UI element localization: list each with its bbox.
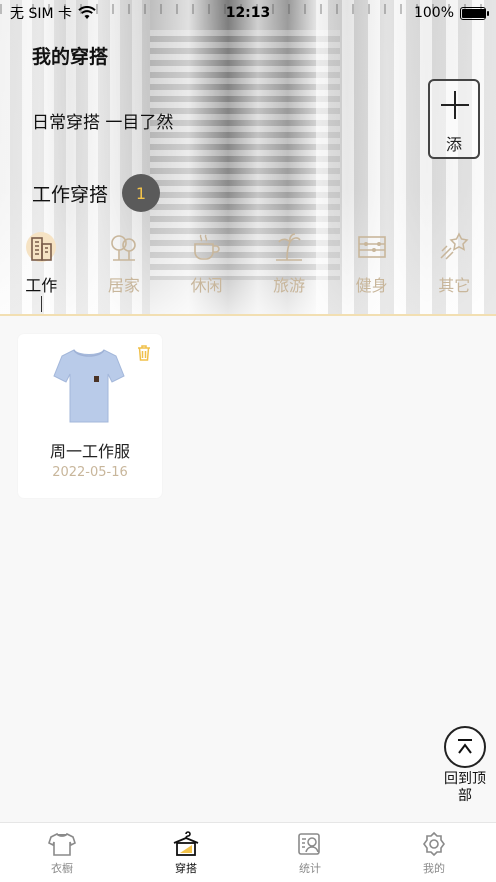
teacup-icon: [194, 234, 221, 260]
stats-icon: [298, 833, 320, 855]
abacus-icon: [357, 236, 386, 258]
tab-profile[interactable]: 我的: [372, 823, 496, 882]
carrier-text: 无 SIM 卡: [10, 6, 72, 22]
tab-other[interactable]: 其它: [413, 228, 496, 314]
active-indicator: [40, 296, 42, 312]
tab-label: 工作: [25, 276, 58, 295]
outfit-name: 周一工作服: [49, 442, 130, 461]
tab-stats[interactable]: 统计: [248, 823, 372, 882]
tab-label: 衣橱: [51, 862, 73, 875]
tab-home[interactable]: 居家: [83, 228, 166, 314]
tabs-divider: [0, 314, 496, 316]
building-icon: [26, 232, 57, 262]
outfit-card[interactable]: 周一工作服 2022-05-16: [18, 334, 162, 498]
add-outfit-button[interactable]: 添: [428, 79, 480, 159]
back-to-top-button[interactable]: [444, 726, 486, 768]
page-subtitle: 日常穿搭 一目了然: [32, 113, 174, 133]
tab-label: 统计: [299, 862, 321, 875]
trash-icon[interactable]: [136, 344, 152, 362]
tab-leisure[interactable]: 休闲: [165, 228, 248, 314]
battery-icon: [460, 6, 489, 20]
tab-label: 健身: [355, 276, 388, 295]
tab-label: 休闲: [190, 276, 223, 295]
tab-outfits[interactable]: 穿搭: [124, 823, 248, 882]
section-label: 工作穿搭: [32, 183, 109, 206]
gear-icon: [423, 831, 445, 857]
wifi-icon: [78, 6, 96, 19]
status-bar: 无 SIM 卡 12:13 100%: [0, 0, 496, 26]
bottom-tab-bar: 衣橱 穿搭 统计 我的: [0, 822, 496, 882]
page-title: 我的穿搭: [32, 46, 109, 68]
tshirt-image: [53, 349, 125, 423]
section-header: 工作穿搭 1: [32, 174, 161, 212]
tab-label: 旅游: [273, 276, 306, 295]
battery-percent: 100%: [413, 5, 454, 21]
tab-label: 其它: [438, 276, 471, 295]
outfit-date: 2022-05-16: [52, 465, 128, 480]
tab-label: 穿搭: [175, 862, 197, 875]
tab-label: 我的: [423, 862, 445, 875]
tab-label: 居家: [107, 276, 140, 295]
tab-work[interactable]: 工作: [0, 228, 83, 314]
tree-icon: [111, 235, 136, 261]
tab-wardrobe[interactable]: 衣橱: [0, 823, 124, 882]
shooting-star-icon: [440, 232, 469, 260]
arrow-up-icon: [458, 739, 472, 754]
tab-fitness[interactable]: 健身: [330, 228, 413, 314]
category-tabs: 工作 居家 休闲 旅游 健身 其它: [0, 228, 496, 314]
plus-icon: [441, 91, 469, 119]
palm-tree-icon: [276, 233, 303, 261]
tshirt-icon: [48, 832, 76, 856]
tab-travel[interactable]: 旅游: [248, 228, 331, 314]
add-button-label: 添: [445, 135, 462, 154]
hanger-icon: [173, 831, 199, 856]
back-to-top-label: 回到顶部: [444, 771, 486, 804]
outfit-count-badge: 1: [122, 174, 161, 212]
